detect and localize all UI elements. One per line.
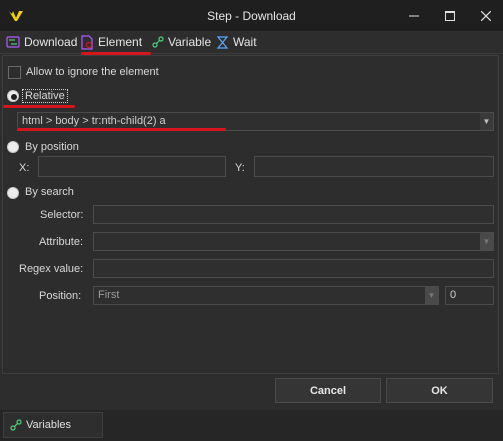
allow-ignore-checkbox[interactable] (8, 66, 21, 79)
cancel-button[interactable]: Cancel (275, 378, 381, 403)
step-download-window: Step - Download Download Element Variabl… (0, 0, 503, 441)
download-step-icon (6, 36, 20, 48)
position-value: First (98, 289, 120, 301)
relative-radio[interactable] (7, 90, 19, 102)
variables-panel-tab[interactable]: Variables (3, 412, 103, 438)
cancel-label: Cancel (309, 384, 347, 397)
y-input[interactable] (254, 156, 494, 177)
attribute-combo[interactable]: ▼ (93, 232, 494, 251)
ok-button[interactable]: OK (386, 378, 493, 403)
position-index-input[interactable]: 0 (445, 286, 494, 305)
by-search-radio[interactable] (7, 187, 19, 199)
position-label: Position: (39, 290, 82, 302)
regex-input[interactable] (93, 259, 494, 278)
by-position-label: By position (25, 141, 79, 153)
chevron-down-icon[interactable]: ▼ (480, 233, 493, 250)
allow-ignore-label: Allow to ignore the element (26, 66, 159, 78)
x-input[interactable] (38, 156, 226, 177)
x-label: X: (19, 162, 30, 174)
by-position-radio[interactable] (7, 141, 19, 153)
tab-element-label: Element (98, 35, 143, 49)
maximize-button[interactable] (432, 0, 468, 31)
variable-icon (10, 419, 22, 431)
tab-variable-label: Variable (168, 35, 212, 49)
chevron-down-icon[interactable]: ▼ (425, 287, 438, 304)
tab-download[interactable]: Download (6, 31, 77, 53)
relative-label: Relative (22, 89, 68, 103)
hourglass-icon (216, 35, 229, 49)
tab-wait-label: Wait (233, 35, 257, 49)
variables-panel-label: Variables (26, 419, 72, 431)
selector-input[interactable] (93, 205, 494, 224)
title-bar[interactable]: Step - Download (0, 0, 503, 31)
selector-underline (17, 128, 226, 131)
selector-label: Selector: (40, 209, 84, 221)
attribute-label: Attribute: (39, 236, 84, 248)
tab-download-label: Download (24, 35, 78, 49)
regex-label: Regex value: (19, 263, 84, 275)
close-button[interactable] (468, 0, 503, 31)
relative-underline (3, 105, 75, 108)
minimize-button[interactable] (396, 0, 432, 31)
tab-wait[interactable]: Wait (216, 31, 257, 53)
position-combo[interactable]: First ▼ (93, 286, 439, 305)
ok-label: OK (431, 384, 448, 397)
chevron-down-icon[interactable]: ▼ (480, 113, 493, 130)
element-icon (81, 34, 93, 50)
variable-icon (152, 36, 164, 48)
by-search-label: By search (25, 186, 74, 198)
y-label: Y: (235, 162, 245, 174)
position-index-value: 0 (450, 289, 457, 301)
tab-element[interactable]: Element (80, 31, 142, 53)
relative-selector-value: html > body > tr:nth-child(2) a (22, 115, 166, 127)
tab-bar: Download Element Variable Wait (0, 31, 503, 54)
tab-variable[interactable]: Variable (152, 31, 211, 53)
